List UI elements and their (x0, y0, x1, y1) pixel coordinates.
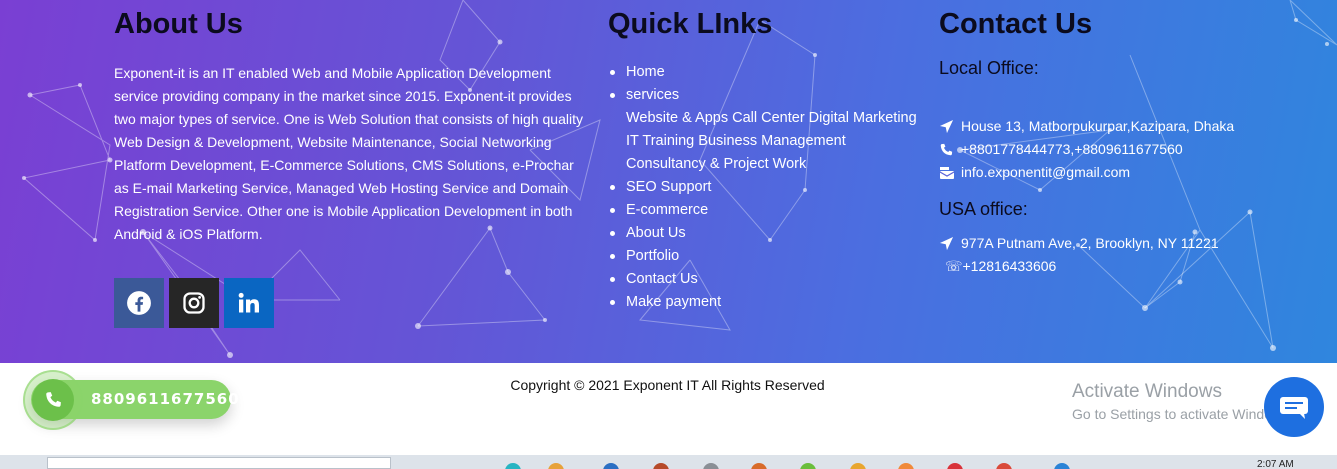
mail-icon (939, 166, 961, 180)
quick-links-title: Quick LInks (608, 8, 773, 40)
link-seo-support[interactable]: SEO Support (610, 176, 928, 199)
site-footer: About Us Exponent-it is an IT enabled We… (0, 0, 1337, 363)
about-text: Exponent-it is an IT enabled Web and Mob… (114, 65, 583, 242)
copyright-text: Copyright © 2021 Exponent IT All Rights … (510, 377, 825, 393)
usa-address-row: 977A Putnam Ave, 2, Brooklyn, NY 11221 (939, 232, 1319, 255)
link-contact-us[interactable]: Contact Us (610, 268, 928, 291)
taskbar-app-icon[interactable] (898, 463, 914, 469)
link-services-sub[interactable]: IT Training Business Management (626, 130, 928, 153)
local-address: House 13, Matborpukurpar,Kazipara, Dhaka (961, 118, 1235, 134)
local-phone-row: +8801778444773,+8809611677560 (939, 138, 1319, 161)
quick-links-section: Quick LInks Home services Website & Apps… (608, 6, 928, 314)
about-section: About Us Exponent-it is an IT enabled We… (114, 6, 592, 246)
activate-windows-subtitle: Go to Settings to activate Windows. (1072, 406, 1293, 422)
chat-button[interactable] (1264, 377, 1324, 437)
taskbar-app-icon[interactable] (703, 463, 719, 469)
usa-office-title: USA office: (939, 199, 1028, 219)
taskbar-search-box[interactable] (47, 457, 391, 469)
local-phone[interactable]: +8801778444773,+8809611677560 (961, 138, 1183, 161)
link-make-payment[interactable]: Make payment (610, 291, 928, 314)
location-arrow-icon (939, 236, 961, 251)
link-services[interactable]: services (610, 84, 928, 107)
linkedin-button[interactable] (224, 278, 274, 328)
taskbar-app-icon[interactable] (947, 463, 963, 469)
taskbar-app-icon[interactable] (505, 463, 521, 469)
link-about-us[interactable]: About Us (610, 222, 928, 245)
taskbar-app-icon[interactable] (603, 463, 619, 469)
taskbar-app-icon[interactable] (653, 463, 669, 469)
local-office-title: Local Office: (939, 58, 1039, 78)
local-address-row: House 13, Matborpukurpar,Kazipara, Dhaka (939, 115, 1319, 138)
usa-phone[interactable]: ☏+12816433606 (945, 255, 1056, 278)
activate-windows-title: Activate Windows (1072, 381, 1222, 402)
instagram-button[interactable] (169, 278, 219, 328)
taskbar-app-icon[interactable] (751, 463, 767, 469)
local-email[interactable]: info.exponentit@gmail.com (961, 161, 1130, 184)
contact-title: Contact Us (939, 8, 1093, 40)
about-title: About Us (114, 8, 243, 40)
link-e-commerce[interactable]: E-commerce (610, 199, 928, 222)
taskbar-app-icon[interactable] (548, 463, 564, 469)
linkedin-icon (238, 292, 259, 313)
phone-icon (939, 143, 961, 157)
link-home[interactable]: Home (610, 61, 928, 84)
facebook-button[interactable] (114, 278, 164, 328)
taskbar-app-icon[interactable] (850, 463, 866, 469)
call-circle[interactable] (32, 379, 74, 421)
local-email-row: info.exponentit@gmail.com (939, 161, 1319, 184)
social-links (114, 278, 274, 328)
contact-section: Contact Us Local Office: House 13, Matbo… (939, 6, 1319, 278)
windows-taskbar: 2:07 AM (0, 455, 1337, 469)
taskbar-app-icon[interactable] (1054, 463, 1070, 469)
instagram-icon (183, 292, 205, 314)
chat-icon (1280, 397, 1308, 419)
link-services-sub[interactable]: Website & Apps Call Center Digital Marke… (626, 107, 928, 130)
taskbar-app-icon[interactable] (996, 463, 1012, 469)
activate-windows-watermark: Activate Windows Go to Settings to activ… (1072, 381, 1293, 424)
link-portfolio[interactable]: Portfolio (610, 245, 928, 268)
taskbar-clock[interactable]: 2:07 AM (1257, 459, 1294, 469)
facebook-icon (127, 291, 151, 315)
location-arrow-icon (939, 119, 961, 134)
call-number[interactable]: 8809611677560 (91, 390, 240, 408)
usa-address: 977A Putnam Ave, 2, Brooklyn, NY 11221 (961, 235, 1219, 251)
phone-icon (46, 392, 61, 407)
taskbar-app-icon[interactable] (800, 463, 816, 469)
quick-links-list: Home services Website & Apps Call Center… (608, 61, 928, 314)
usa-phone-row: ☏+12816433606 (939, 255, 1319, 278)
link-services-sub[interactable]: Consultancy & Project Work (626, 153, 928, 176)
